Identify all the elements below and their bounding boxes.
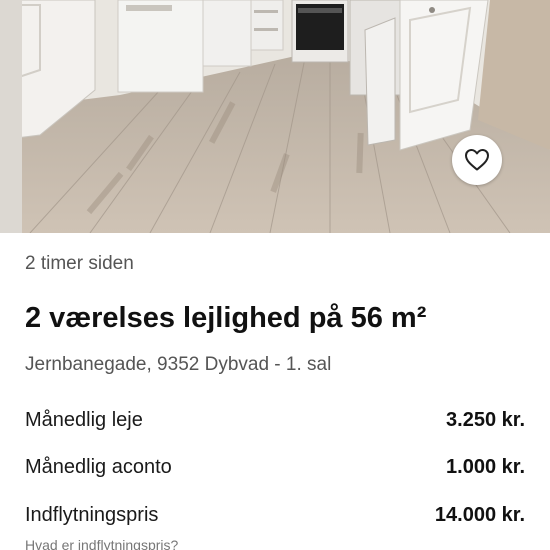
price-row-monthly-rent: Månedlig leje 3.250 kr. (25, 409, 525, 439)
listing-title[interactable]: 2 værelses lejlighed på 56 m² (25, 302, 426, 335)
listing-details: 2 timer siden 2 værelses lejlighed på 56… (0, 233, 550, 550)
price-label: Månedlig leje (25, 409, 143, 431)
listing-address: Jernbanegade, 9352 Dybvad - 1. sal (25, 354, 332, 375)
price-value: 1.000 kr. (446, 456, 525, 478)
price-label: Indflytningspris (25, 504, 159, 526)
favorite-button[interactable] (452, 135, 502, 185)
price-label: Månedlig aconto (25, 456, 172, 478)
price-value: 3.250 kr. (446, 409, 525, 431)
move-in-price-help-link[interactable]: Hvad er indflytningspris? (25, 537, 178, 550)
listing-photo[interactable] (0, 0, 550, 233)
price-row-monthly-aconto: Månedlig aconto 1.000 kr. (25, 456, 525, 486)
posted-time: 2 timer siden (25, 253, 134, 274)
heart-outline-icon (465, 149, 489, 171)
apartment-interior-image (0, 0, 550, 233)
price-row-move-in-price: Indflytningspris 14.000 kr. (25, 504, 525, 534)
price-value: 14.000 kr. (434, 504, 525, 526)
